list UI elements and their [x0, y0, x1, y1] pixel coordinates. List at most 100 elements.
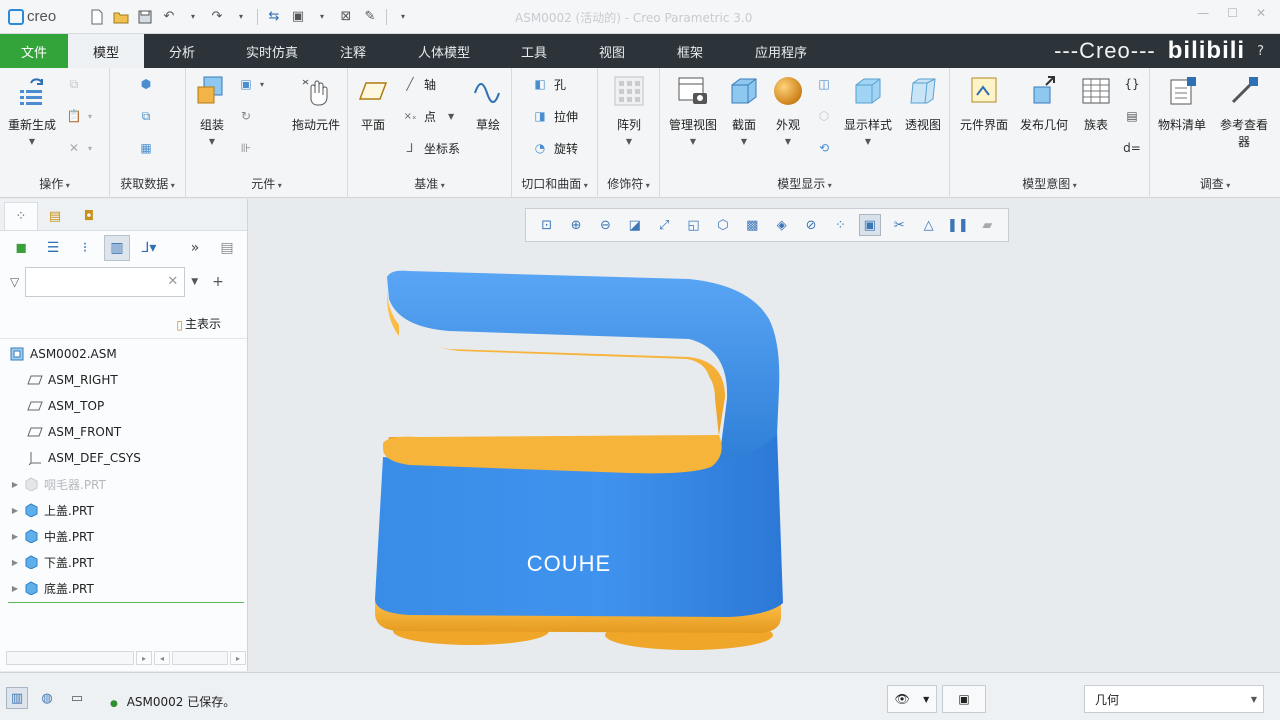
user-defined-feature-button[interactable]: ⬢	[136, 74, 156, 94]
assemble-button[interactable]: 组装 ▼	[190, 74, 234, 146]
expand-arrow-icon[interactable]: ▶	[8, 480, 22, 489]
expand-arrow-icon[interactable]: ▶	[8, 584, 22, 593]
copy-geometry-button[interactable]: ⧉	[136, 106, 156, 126]
appearance-dropdown-icon[interactable]: ▼	[785, 137, 791, 146]
selection-tool-button[interactable]: ▣	[942, 685, 986, 713]
windows-icon[interactable]: ▣	[287, 6, 309, 28]
help-icon[interactable]: ?	[1257, 44, 1264, 59]
group-datum-label[interactable]: 基准 ▾	[348, 175, 511, 192]
manage-views-dropdown-icon[interactable]: ▼	[690, 137, 696, 146]
display-hidden-button[interactable]: ⬡	[814, 106, 834, 126]
section-button[interactable]: 截面 ▼	[724, 74, 764, 146]
csys-button[interactable]: ⅃ 坐标系	[400, 138, 460, 158]
hole-button[interactable]: ◧ 孔	[530, 74, 566, 94]
parameters-button[interactable]: d=	[1122, 138, 1142, 158]
bill-of-materials-button[interactable]: 物料清单	[1154, 74, 1210, 133]
close-icon[interactable]: ✕	[1256, 6, 1266, 20]
group-model-intent-label[interactable]: 模型意图 ▾	[950, 175, 1149, 192]
relations-button[interactable]: {}	[1122, 74, 1142, 94]
add-filter-icon[interactable]: +	[212, 274, 224, 290]
tab-tools[interactable]: 工具	[506, 34, 562, 68]
paste-button[interactable]: 📋 ▾	[64, 106, 93, 126]
group-modifiers-label[interactable]: 修饰符 ▾	[598, 175, 659, 192]
scroll-right-icon[interactable]: ▸	[136, 651, 152, 665]
tab-manikin[interactable]: 人体模型	[382, 34, 506, 68]
component-interface-button[interactable]: 元件界面	[956, 74, 1012, 133]
assemble-dropdown-icon[interactable]: ▼	[209, 137, 215, 146]
appearance-button[interactable]: 外观 ▼	[768, 74, 808, 146]
filter-dropdown-icon[interactable]: ▼	[191, 277, 198, 287]
drag-components-button[interactable]: 拖动元件	[286, 74, 346, 133]
tab-framework[interactable]: 框架	[662, 34, 718, 68]
model-viewport[interactable]: COUHE	[249, 199, 1280, 671]
sketch-button[interactable]: 草绘	[468, 74, 508, 133]
full-screen-icon[interactable]: ▭	[66, 687, 88, 709]
tree-item[interactable]: ▶ 上盖.PRT	[0, 497, 247, 523]
find-button[interactable]: 👁 ▼	[887, 685, 937, 713]
mirror-component-button[interactable]: ⊪	[236, 138, 256, 158]
group-investigate-label[interactable]: 调查 ▾	[1150, 175, 1280, 192]
regenerate-button[interactable]: 重新生成 ▼	[6, 74, 58, 146]
tree-item[interactable]: ASM_RIGHT	[0, 367, 247, 393]
tree-item[interactable]: ▶ 下盖.PRT	[0, 549, 247, 575]
group-cut-surface-label[interactable]: 切口和曲面 ▾	[512, 175, 597, 192]
display-style-dropdown-icon[interactable]: ▼	[865, 137, 871, 146]
manage-views-button[interactable]: 管理视图 ▼	[666, 74, 720, 146]
insert-here-marker[interactable]	[8, 602, 244, 603]
tree-item[interactable]: ▶ 底盖.PRT	[0, 575, 247, 601]
group-component-label[interactable]: 元件 ▾	[186, 175, 347, 192]
refit-button[interactable]: ⟲	[814, 138, 834, 158]
tab-model-tree[interactable]: ⁘	[4, 202, 38, 230]
selection-filter-select[interactable]: 几何 ▼	[1084, 685, 1264, 713]
tree-columns-icon[interactable]: ⁝	[72, 235, 98, 261]
group-operations-label[interactable]: 操作 ▾	[0, 175, 109, 192]
save-icon[interactable]	[134, 6, 156, 28]
tree-item[interactable]: ASM_DEF_CSYS	[0, 445, 247, 471]
tab-favorites[interactable]: ◘	[72, 202, 106, 230]
tab-annotate[interactable]: 注释	[324, 34, 382, 68]
expand-arrow-icon[interactable]: ▶	[8, 532, 22, 541]
tree-item[interactable]: ▶ 中盖.PRT	[0, 523, 247, 549]
repeat-button[interactable]: ↻	[236, 106, 256, 126]
scroll-thumb[interactable]	[172, 651, 228, 665]
switch-dimensions-button[interactable]: ▤	[1122, 106, 1142, 126]
maximize-icon[interactable]: ☐	[1227, 6, 1238, 20]
qa-more-dropdown-icon[interactable]: ▾	[392, 6, 414, 28]
point-button[interactable]: ×ₓ 点 ▼	[400, 106, 455, 126]
tree-filter-dropdown-icon[interactable]: ⅃▾	[136, 235, 162, 261]
merge-inheritance-button[interactable]: ▦	[136, 138, 156, 158]
revolve-button[interactable]: ◔ 旋转	[530, 138, 578, 158]
filter-input[interactable]: ✕	[25, 267, 186, 297]
plane-button[interactable]: 平面	[352, 74, 394, 133]
open-icon[interactable]	[110, 6, 132, 28]
tab-live-simulation[interactable]: 实时仿真	[220, 34, 324, 68]
redo-icon[interactable]: ↷	[206, 6, 228, 28]
group-get-data-label[interactable]: 获取数据 ▾	[110, 175, 185, 192]
clear-filter-icon[interactable]: ✕	[167, 274, 178, 289]
redo-dropdown-icon[interactable]: ▾	[230, 6, 252, 28]
perspective-button[interactable]: 透视图	[900, 74, 946, 133]
more-icon[interactable]: »	[182, 235, 208, 261]
windows-dropdown-icon[interactable]: ▾	[311, 6, 333, 28]
tab-model[interactable]: 模型	[68, 34, 144, 68]
publish-geometry-button[interactable]: 发布几何	[1016, 74, 1072, 133]
tab-file[interactable]: 文件	[0, 34, 68, 68]
undo-icon[interactable]: ↶	[158, 6, 180, 28]
axis-button[interactable]: ╱ 轴	[400, 74, 436, 94]
pattern-dropdown-icon[interactable]: ▼	[626, 137, 632, 146]
show-list-icon[interactable]: ☰	[40, 235, 66, 261]
customize-icon[interactable]: ✎	[359, 6, 381, 28]
tab-view[interactable]: 视图	[562, 34, 662, 68]
create-component-button[interactable]: ▣ ▾	[236, 74, 264, 94]
tree-item[interactable]: ASM0002.ASM	[0, 341, 247, 367]
undo-dropdown-icon[interactable]: ▾	[182, 6, 204, 28]
tab-analysis[interactable]: 分析	[144, 34, 220, 68]
find-dropdown-icon[interactable]: ▼	[923, 695, 929, 704]
family-table-button[interactable]: 族表	[1076, 74, 1116, 133]
show-browser-icon[interactable]: ◍	[36, 687, 58, 709]
tree-item[interactable]: ASM_FRONT	[0, 419, 247, 445]
expand-arrow-icon[interactable]: ▶	[8, 506, 22, 515]
scroll-end-icon[interactable]: ▸	[230, 651, 246, 665]
scroll-track[interactable]	[6, 651, 134, 665]
show-navigator-icon[interactable]: ▥	[6, 687, 28, 709]
